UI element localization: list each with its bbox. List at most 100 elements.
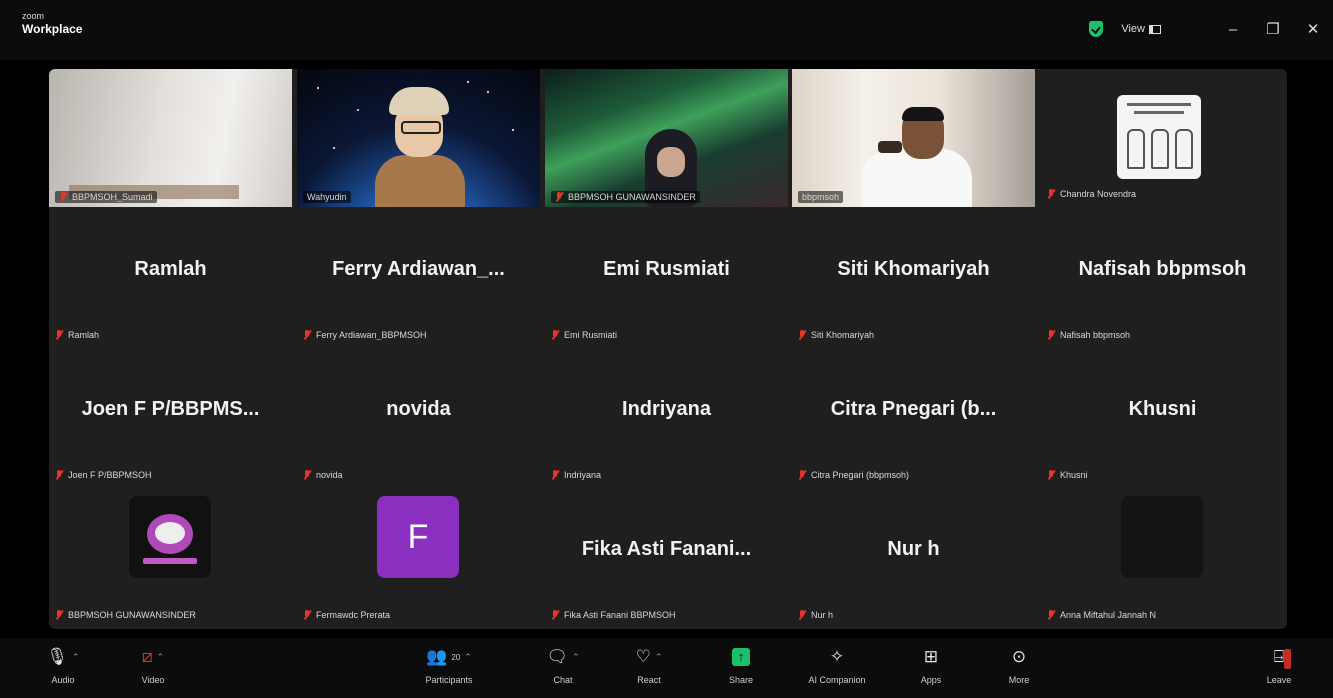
video-tile[interactable]: Nafisah bbpmsoh Nafisah bbpmsoh bbox=[1041, 210, 1284, 348]
minimize-button[interactable]: – bbox=[1213, 21, 1253, 38]
video-tile[interactable]: BBPMSOH_Sumadi bbox=[49, 69, 292, 207]
mic-muted-icon bbox=[55, 610, 63, 620]
participant-display-name: Siti Khomariyah bbox=[837, 258, 990, 280]
restore-button[interactable]: ❐ bbox=[1253, 20, 1293, 38]
video-tile[interactable]: bbpmsoh bbox=[792, 69, 1035, 207]
gallery-view: BBPMSOH_Sumadi Wahyudin BBPMSOH GUNAWANS… bbox=[49, 69, 1287, 629]
more-button[interactable]: ⊙ More bbox=[984, 644, 1054, 685]
participant-name: Nafisah bbpmsoh bbox=[1060, 330, 1131, 340]
participant-nameplate: Ferry Ardiawan_BBPMSOH bbox=[303, 330, 427, 340]
participant-video bbox=[297, 69, 540, 207]
mic-muted-icon bbox=[1047, 610, 1055, 620]
participant-nameplate: BBPMSOH_Sumadi bbox=[55, 191, 157, 203]
mic-muted-icon bbox=[798, 470, 806, 480]
chat-icon: 🗨 bbox=[546, 647, 569, 666]
participant-name: Joen F P/BBPMSOH bbox=[68, 470, 152, 480]
video-tile[interactable]: Citra Pnegari (b... Citra Pnegari (bbpms… bbox=[792, 350, 1035, 488]
mic-muted-icon bbox=[1047, 470, 1055, 480]
mic-muted-icon bbox=[55, 330, 63, 340]
video-tile[interactable]: Fika Asti Fanani... Fika Asti Fanani BBP… bbox=[545, 490, 788, 628]
zoom-logo-text: zoom bbox=[22, 11, 45, 21]
chevron-up-icon[interactable]: ⌃ bbox=[464, 652, 472, 663]
video-button[interactable]: ⧄ ⌃ Video bbox=[118, 644, 188, 685]
participant-name: Anna Miftahul Jannah N bbox=[1060, 610, 1157, 620]
react-label: React bbox=[637, 675, 661, 685]
leave-button[interactable]: ⍈ Leave bbox=[1244, 644, 1314, 685]
participant-nameplate: bbpmsoh bbox=[798, 191, 844, 203]
participant-name: Fermawdc Prerata bbox=[316, 610, 391, 620]
mic-muted-icon bbox=[551, 470, 559, 480]
participant-nameplate: Fermawdc Prerata bbox=[303, 610, 390, 620]
participant-nameplate: BBPMSOH GUNAWANSINDER bbox=[551, 191, 700, 203]
profile-logo bbox=[129, 496, 211, 578]
chevron-up-icon[interactable]: ⌃ bbox=[655, 652, 663, 663]
video-tile[interactable]: Khusni Khusni bbox=[1041, 350, 1284, 488]
participant-display-name: novida bbox=[386, 398, 451, 420]
video-tile[interactable]: Emi Rusmiati Emi Rusmiati bbox=[545, 210, 788, 348]
video-tile[interactable]: Siti Khomariyah Siti Khomariyah bbox=[792, 210, 1035, 348]
video-tile[interactable]: BBPMSOH GUNAWANSINDER bbox=[49, 490, 292, 628]
chevron-up-icon[interactable]: ⌃ bbox=[572, 652, 580, 663]
video-off-icon: ⧄ bbox=[141, 647, 153, 666]
video-tile[interactable]: Ramlah Ramlah bbox=[49, 210, 292, 348]
title-bar: zoom Workplace View – ❐ ✕ bbox=[0, 0, 1333, 60]
participant-nameplate: Khusni bbox=[1047, 470, 1088, 480]
apps-button[interactable]: ⊞ Apps bbox=[896, 644, 966, 685]
chevron-up-icon[interactable]: ⌃ bbox=[157, 652, 165, 663]
avatar-initial: F bbox=[377, 496, 459, 578]
profile-picture bbox=[1121, 496, 1203, 578]
participants-button[interactable]: 👥 20 ⌃ Participants bbox=[414, 644, 484, 685]
participant-name: Fika Asti Fanani BBPMSOH bbox=[564, 610, 676, 620]
close-button[interactable]: ✕ bbox=[1293, 20, 1333, 38]
mic-muted-icon bbox=[555, 192, 563, 202]
mic-muted-icon bbox=[303, 470, 311, 480]
participant-nameplate: Joen F P/BBPMSOH bbox=[55, 470, 152, 480]
video-tile[interactable]: Anna Miftahul Jannah N bbox=[1041, 490, 1284, 628]
participant-nameplate: Emi Rusmiati bbox=[551, 330, 617, 340]
chevron-up-icon[interactable]: ⌃ bbox=[72, 652, 80, 663]
audio-button[interactable]: 🎙 ⌃ Audio bbox=[28, 644, 98, 685]
participant-name: Chandra Novendra bbox=[1060, 189, 1137, 199]
mic-muted-icon bbox=[798, 330, 806, 340]
participant-display-name: Ferry Ardiawan_... bbox=[332, 258, 505, 280]
participant-name: BBPMSOH GUNAWANSINDER bbox=[68, 610, 196, 620]
video-tile-active-speaker[interactable]: Wahyudin bbox=[297, 69, 540, 207]
participant-display-name: Emi Rusmiati bbox=[603, 258, 730, 280]
share-button[interactable]: ↑ Share bbox=[706, 644, 776, 685]
more-label: More bbox=[1008, 675, 1030, 685]
mic-muted-icon bbox=[1047, 330, 1055, 340]
react-button[interactable]: ♡ ⌃ React bbox=[614, 644, 684, 685]
participant-video bbox=[792, 69, 1035, 207]
ai-companion-button[interactable]: ✧ AI Companion bbox=[794, 644, 880, 685]
video-tile[interactable]: Chandra Novendra bbox=[1041, 69, 1284, 207]
audio-label: Audio bbox=[51, 675, 75, 685]
participant-display-name: Joen F P/BBPMS... bbox=[81, 398, 260, 420]
gallery-view-icon bbox=[1149, 24, 1161, 34]
video-tile[interactable]: novida novida bbox=[297, 350, 540, 488]
participant-nameplate: Ramlah bbox=[55, 330, 99, 340]
participants-icon: 👥 bbox=[426, 647, 448, 666]
participant-display-name: Indriyana bbox=[622, 398, 711, 420]
video-tile[interactable]: Nur h Nur h bbox=[792, 490, 1035, 628]
video-tile[interactable]: Joen F P/BBPMS... Joen F P/BBPMSOH bbox=[49, 350, 292, 488]
participant-display-name: Nur h bbox=[887, 538, 940, 560]
participant-name: novida bbox=[316, 470, 343, 480]
participant-nameplate: Nur h bbox=[798, 610, 833, 620]
video-tile[interactable]: Ferry Ardiawan_... Ferry Ardiawan_BBPMSO… bbox=[297, 210, 540, 348]
participant-display-name: Ramlah bbox=[134, 258, 207, 280]
security-shield-icon[interactable] bbox=[1089, 21, 1104, 37]
video-tile[interactable]: F Fermawdc Prerata bbox=[297, 490, 540, 628]
microphone-icon: 🎙 bbox=[46, 647, 69, 666]
chat-button[interactable]: 🗨 ⌃ Chat bbox=[528, 644, 598, 685]
apps-label: Apps bbox=[920, 675, 942, 685]
video-tile[interactable]: BBPMSOH GUNAWANSINDER bbox=[545, 69, 788, 207]
participant-display-name: Fika Asti Fanani... bbox=[581, 538, 752, 560]
participant-display-name: Nafisah bbpmsoh bbox=[1078, 258, 1247, 280]
view-button[interactable]: View bbox=[1121, 23, 1161, 35]
participant-name: Indriyana bbox=[564, 470, 602, 480]
participant-nameplate: Nafisah bbpmsoh bbox=[1047, 330, 1130, 340]
participant-nameplate: Citra Pnegari (bbpmsoh) bbox=[798, 470, 909, 480]
react-heart-icon: ♡ bbox=[635, 647, 651, 666]
video-tile[interactable]: Indriyana Indriyana bbox=[545, 350, 788, 488]
mic-muted-icon bbox=[1047, 189, 1055, 199]
